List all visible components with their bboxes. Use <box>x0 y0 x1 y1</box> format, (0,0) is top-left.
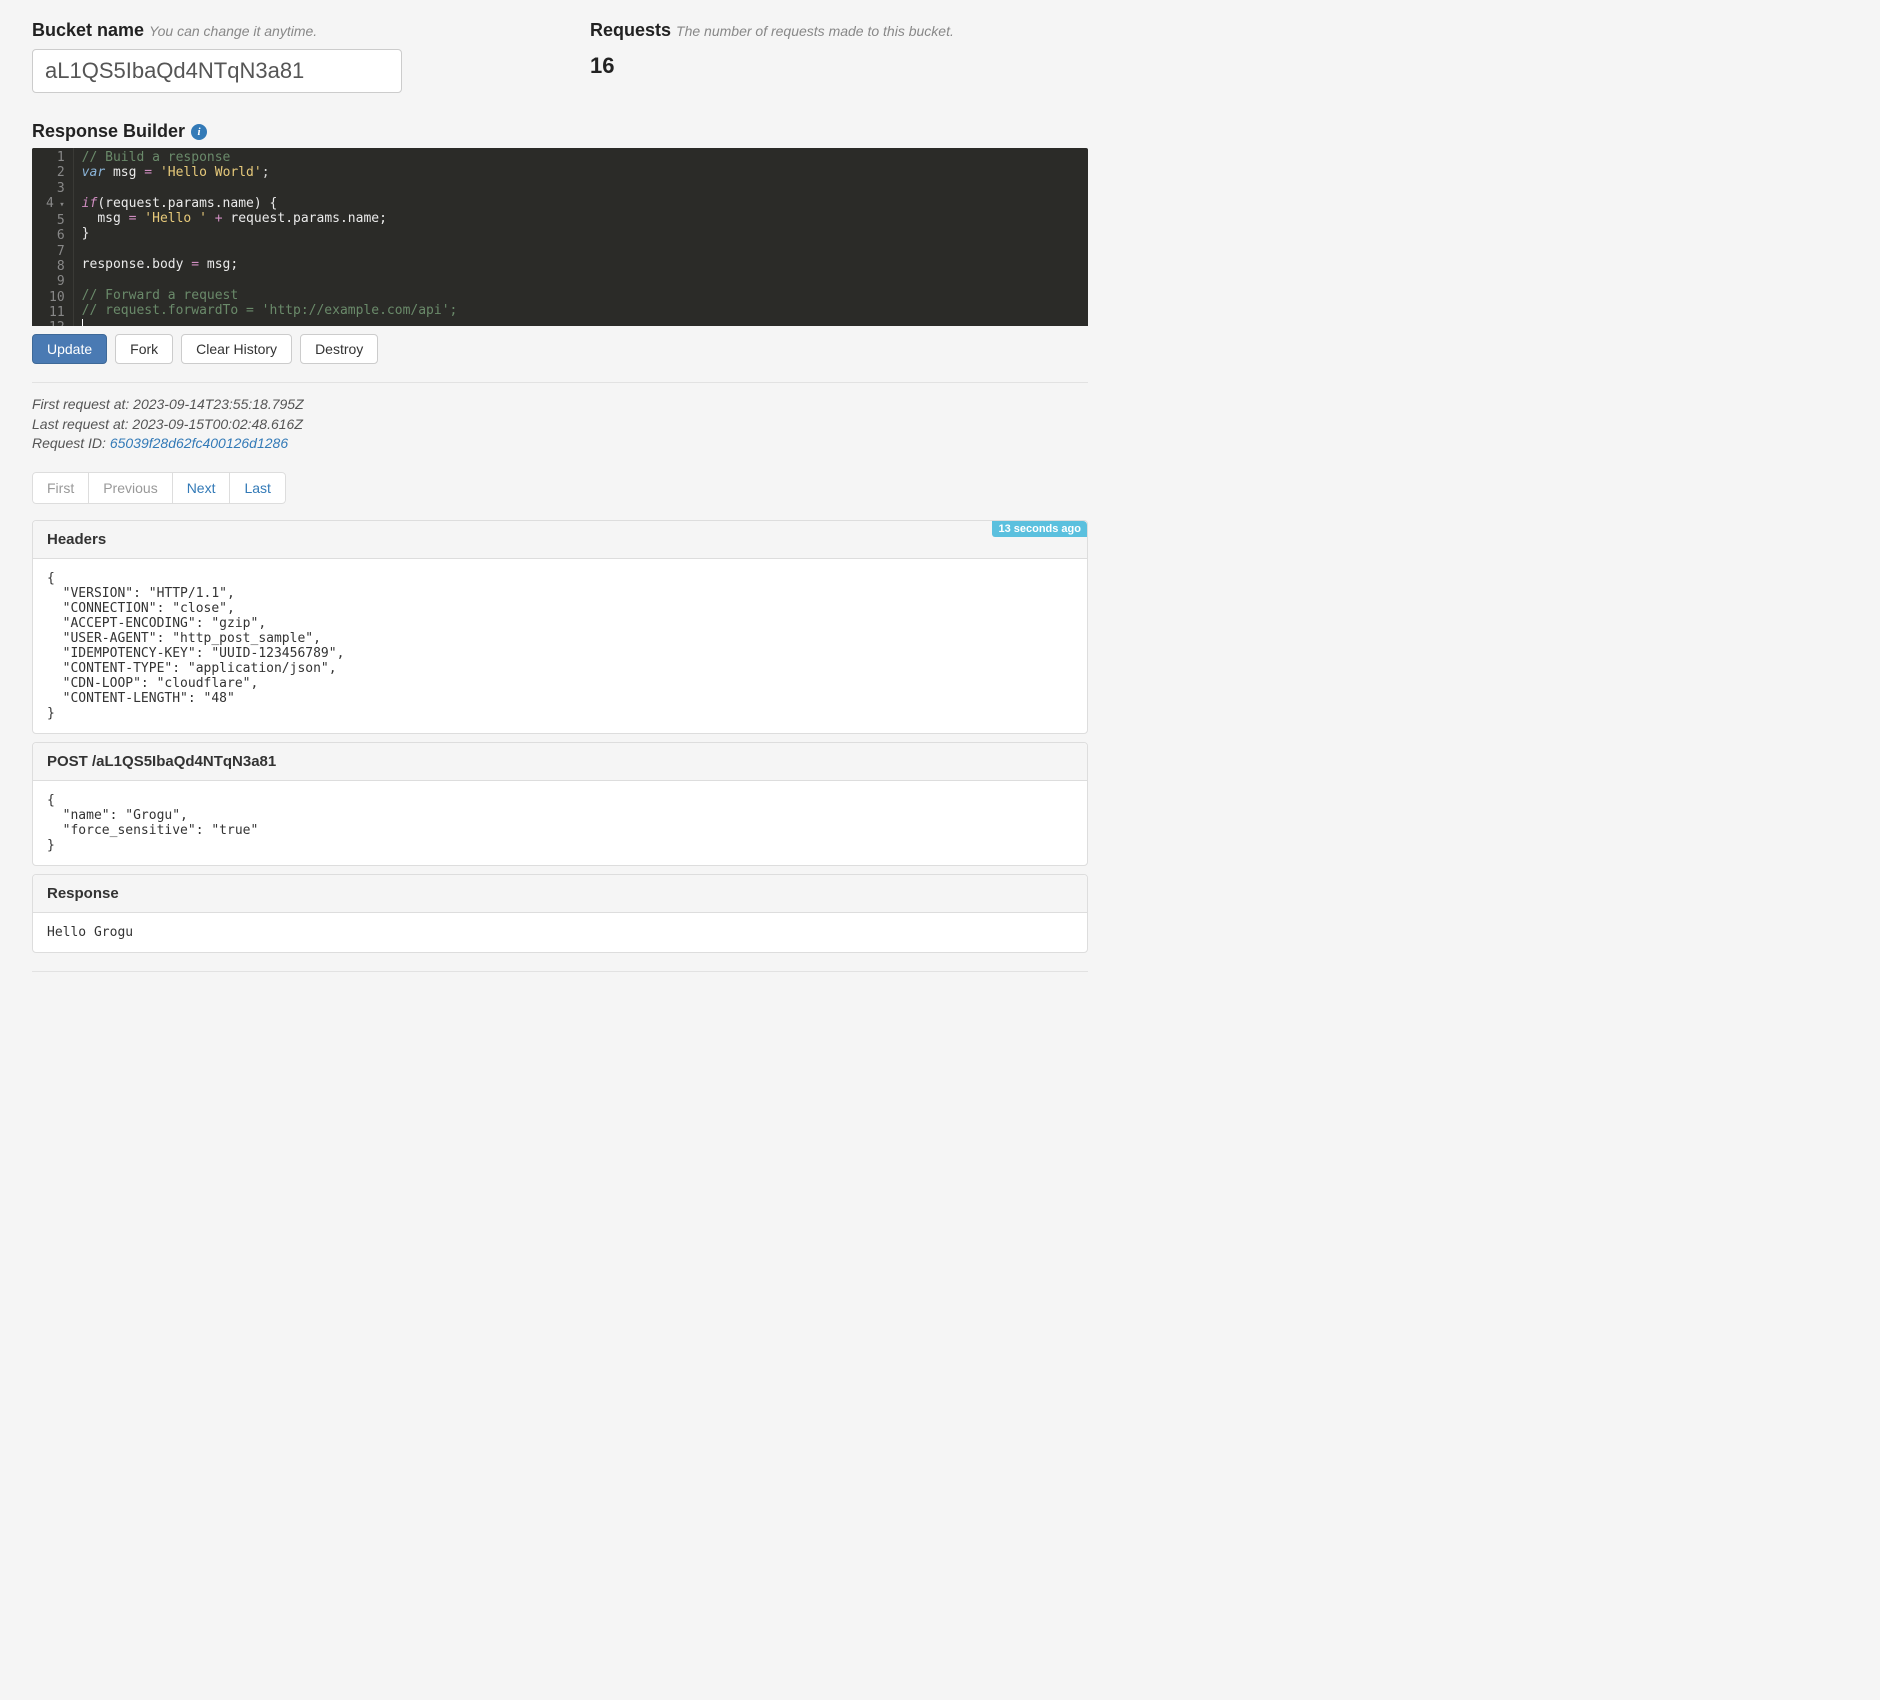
editor-cursor <box>82 319 83 326</box>
response-builder-heading: Response Builder i <box>32 121 1088 142</box>
requests-heading: Requests The number of requests made to … <box>590 20 1088 41</box>
first-request-label: First request at: <box>32 396 133 412</box>
fork-button[interactable]: Fork <box>115 334 173 364</box>
requests-title: Requests <box>590 20 671 40</box>
pager-next[interactable]: Next <box>172 472 231 504</box>
response-panel-heading: Response <box>33 875 1087 913</box>
bucket-name-input[interactable] <box>32 49 402 93</box>
bucket-name-title: Bucket name <box>32 20 144 40</box>
request-panel-title: POST /aL1QS5IbaQd4NTqN3a81 <box>47 753 276 770</box>
bucket-name-hint: You can change it anytime. <box>149 23 317 39</box>
pager-last[interactable]: Last <box>229 472 285 504</box>
request-id-label: Request ID: <box>32 435 110 451</box>
response-panel-title: Response <box>47 885 119 902</box>
request-body: { "name": "Grogu", "force_sensitive": "t… <box>33 781 1087 865</box>
request-panel: POST /aL1QS5IbaQd4NTqN3a81 { "name": "Gr… <box>32 742 1088 866</box>
clear-history-button[interactable]: Clear History <box>181 334 292 364</box>
last-request-value: 2023-09-15T00:02:48.616Z <box>132 416 302 432</box>
response-builder-title: Response Builder <box>32 121 185 142</box>
headers-panel-title: Headers <box>47 531 106 548</box>
divider <box>32 382 1088 383</box>
headers-panel: Headers 13 seconds ago { "VERSION": "HTT… <box>32 520 1088 734</box>
request-panel-heading: POST /aL1QS5IbaQd4NTqN3a81 <box>33 743 1087 781</box>
headers-body: { "VERSION": "HTTP/1.1", "CONNECTION": "… <box>33 559 1087 733</box>
time-ago-badge: 13 seconds ago <box>992 521 1087 537</box>
response-panel: Response Hello Grogu <box>32 874 1088 953</box>
first-request-value: 2023-09-14T23:55:18.795Z <box>133 396 303 412</box>
requests-hint: The number of requests made to this buck… <box>676 23 954 39</box>
divider-bottom <box>32 971 1088 972</box>
editor-gutter: 123456789101112 <box>32 148 74 326</box>
request-id-link[interactable]: 65039f28d62fc400126d1286 <box>110 435 288 451</box>
info-icon[interactable]: i <box>191 124 207 140</box>
editor-code[interactable]: // Build a response var msg = 'Hello Wor… <box>74 148 1088 326</box>
bucket-name-heading: Bucket name You can change it anytime. <box>32 20 530 41</box>
requests-count: 16 <box>590 53 1088 79</box>
pager: First Previous Next Last <box>32 472 286 504</box>
code-editor[interactable]: 123456789101112 // Build a response var … <box>32 148 1088 326</box>
headers-panel-heading: Headers 13 seconds ago <box>33 521 1087 559</box>
response-body: Hello Grogu <box>33 913 1087 952</box>
update-button[interactable]: Update <box>32 334 107 364</box>
request-meta: First request at: 2023-09-14T23:55:18.79… <box>32 395 1088 454</box>
last-request-label: Last request at: <box>32 416 132 432</box>
pager-first: First <box>32 472 89 504</box>
destroy-button[interactable]: Destroy <box>300 334 378 364</box>
pager-previous: Previous <box>88 472 172 504</box>
